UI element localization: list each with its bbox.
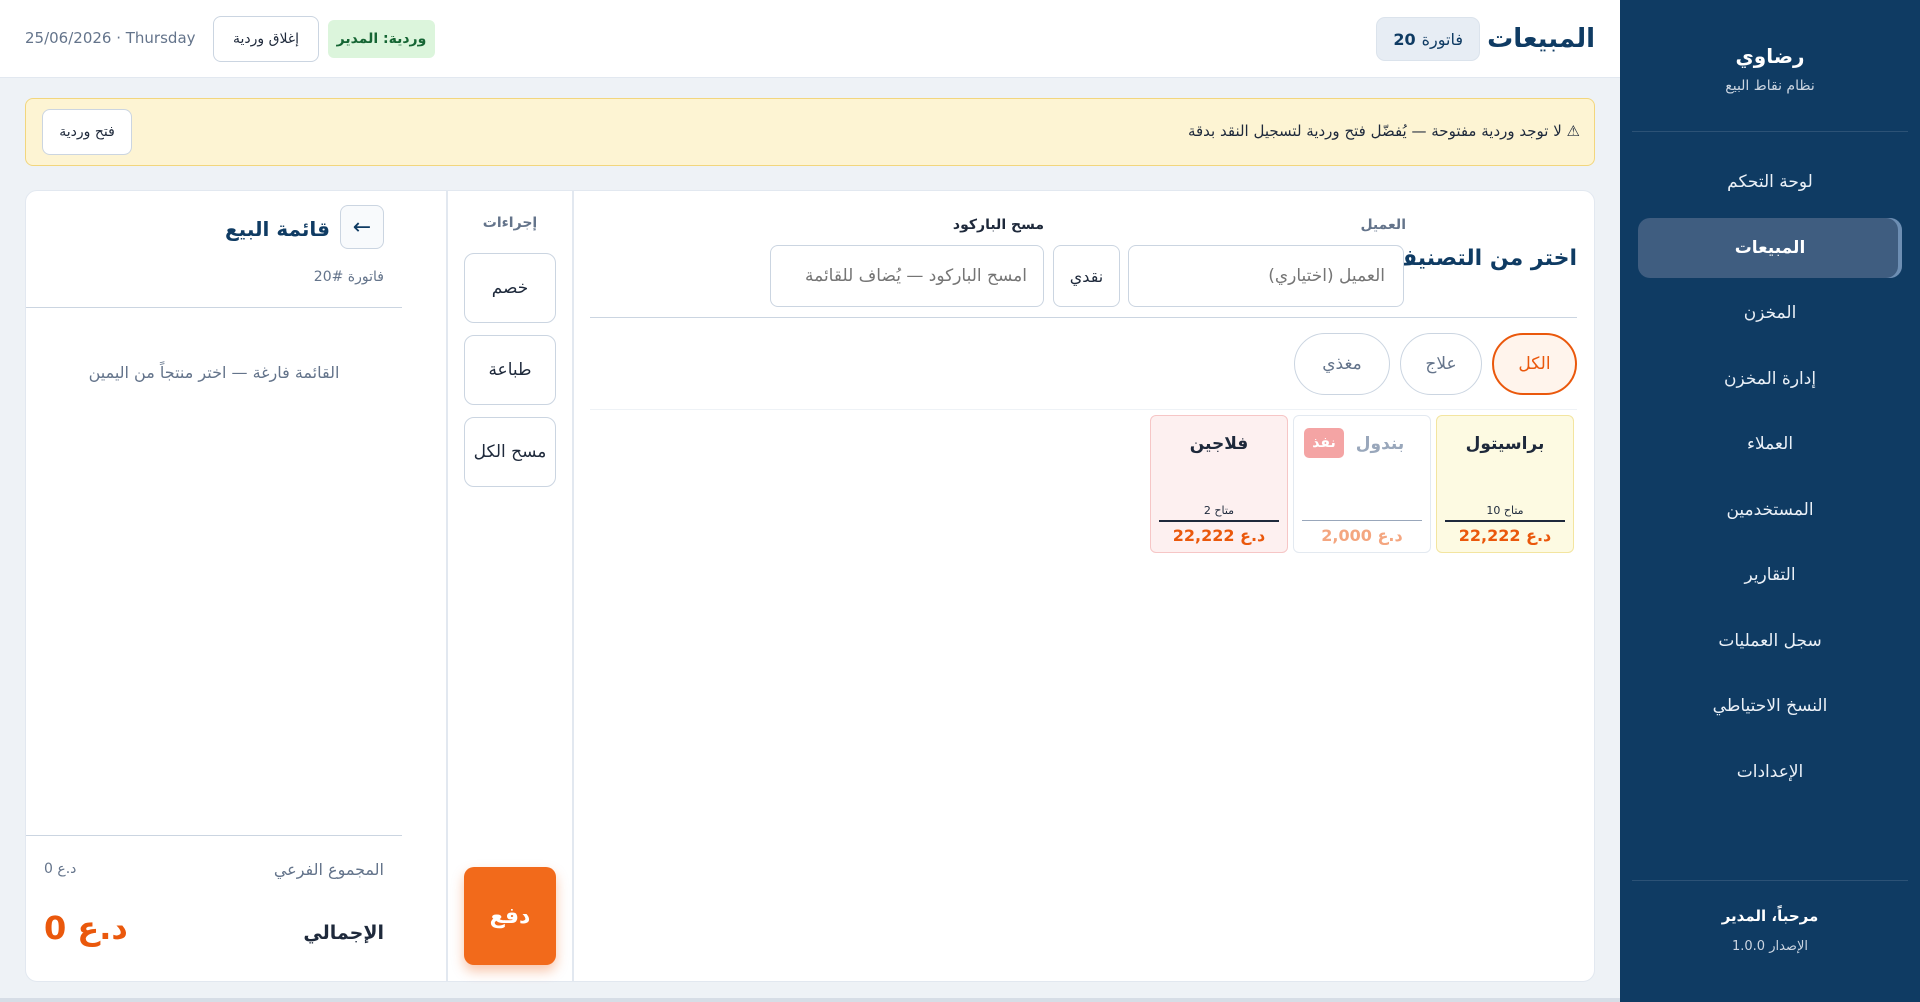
product-card[interactable]: براسيتول متاح 10 22,222 د.ع bbox=[1436, 415, 1574, 553]
subtotal-value: 0 د.ع bbox=[44, 861, 77, 877]
actions-label: إجراءات bbox=[482, 215, 538, 231]
sidebar-item-reports[interactable]: التقارير bbox=[1638, 545, 1902, 605]
customer-label: العميل bbox=[1360, 217, 1406, 233]
sales-panel: اختر من التصنيف العميل نقدي مسح الباركود… bbox=[25, 190, 1595, 982]
close-shift-button[interactable]: إغلاق وردية bbox=[213, 16, 319, 62]
sidebar-item-settings[interactable]: الإعدادات bbox=[1638, 742, 1902, 802]
discount-button[interactable]: خصم bbox=[464, 253, 556, 323]
version-text: الإصدار 1.0.0 bbox=[1732, 939, 1808, 954]
panel-divider bbox=[446, 191, 448, 981]
actions-column: إجراءات خصم طباعة مسح الكل دفع bbox=[448, 191, 572, 981]
welcome-text: مرحباً، المدير bbox=[1721, 907, 1819, 925]
invoice-pill: فاتورة 20 bbox=[1376, 17, 1480, 61]
divider bbox=[590, 409, 1577, 410]
product-divider bbox=[1445, 520, 1565, 522]
panel-divider bbox=[572, 191, 574, 981]
category-title: اختر من التصنيف bbox=[1391, 246, 1577, 271]
app-root: رضاوي نظام نقاط البيع لوحة التحكم المبيع… bbox=[0, 0, 1920, 1002]
back-button[interactable]: ← bbox=[340, 205, 384, 249]
cart-title: قائمة البيع bbox=[225, 217, 330, 241]
total-value: 0 د.ع bbox=[44, 909, 128, 947]
product-card[interactable]: فلاجين متاح 2 22,222 د.ع bbox=[1150, 415, 1288, 553]
date-text: 25/06/2026 · Thursday bbox=[25, 29, 196, 47]
sidebar-nav: لوحة التحكم المبيعات المخزن إدارة المخزن… bbox=[1620, 152, 1920, 807]
product-divider bbox=[1159, 520, 1279, 522]
sidebar-footer: مرحباً، المدير الإصدار 1.0.0 bbox=[1632, 880, 1908, 1002]
cart-empty-message: القائمة فارغة — اختر منتجاً من اليمين bbox=[88, 363, 340, 382]
cart-section: ← قائمة البيع فاتورة #20 القائمة فارغة —… bbox=[26, 191, 402, 981]
total-label: الإجمالي bbox=[303, 922, 384, 944]
sidebar-item-dashboard[interactable]: لوحة التحكم bbox=[1638, 152, 1902, 212]
brand-subtitle: نظام نقاط البيع bbox=[1725, 78, 1815, 94]
sidebar-item-users[interactable]: المستخدمين bbox=[1638, 480, 1902, 540]
category-chip-all[interactable]: الكل bbox=[1492, 333, 1577, 395]
product-stock: متاح 2 bbox=[1203, 504, 1235, 517]
divider bbox=[26, 835, 402, 836]
subtotal-label: المجموع الفرعي bbox=[273, 860, 384, 879]
category-chip-nutrition[interactable]: مغذي bbox=[1294, 333, 1390, 395]
bottom-strip bbox=[0, 998, 1620, 1002]
customer-input[interactable] bbox=[1128, 245, 1404, 307]
product-name: براسيتول bbox=[1465, 434, 1545, 454]
product-card[interactable]: بندول نفذ 2,000 د.ع bbox=[1293, 415, 1431, 553]
alert-text: ⚠ لا توجد وردية مفتوحة — يُفضّل فتح وردي… bbox=[1187, 122, 1580, 140]
sidebar-item-activity-log[interactable]: سجل العمليات bbox=[1638, 611, 1902, 671]
pay-button[interactable]: دفع bbox=[464, 867, 556, 965]
divider bbox=[590, 317, 1577, 318]
sidebar-item-sales[interactable]: المبيعات bbox=[1638, 217, 1902, 278]
invoice-pill-label: فاتورة bbox=[1421, 29, 1463, 49]
product-stock: متاح 10 bbox=[1486, 504, 1524, 517]
product-price: 22,222 د.ع bbox=[1172, 526, 1266, 545]
products-section: اختر من التصنيف العميل نقدي مسح الباركود… bbox=[574, 191, 1594, 981]
cash-button[interactable]: نقدي bbox=[1053, 245, 1120, 307]
invoice-pill-number: 20 bbox=[1393, 29, 1416, 49]
sidebar-item-warehouse[interactable]: المخزن bbox=[1638, 283, 1902, 343]
clear-all-button[interactable]: مسح الكل bbox=[464, 417, 556, 487]
sidebar: رضاوي نظام نقاط البيع لوحة التحكم المبيع… bbox=[1620, 0, 1920, 1002]
out-of-stock-badge: نفذ bbox=[1304, 428, 1344, 458]
print-button[interactable]: طباعة bbox=[464, 335, 556, 405]
sidebar-item-warehouse-management[interactable]: إدارة المخزن bbox=[1638, 349, 1902, 409]
divider bbox=[26, 307, 402, 308]
sidebar-item-backup[interactable]: النسخ الاحتياطي bbox=[1638, 676, 1902, 736]
brand: رضاوي نظام نقاط البيع bbox=[1632, 0, 1908, 132]
product-divider bbox=[1302, 520, 1422, 521]
shift-badge: وردية: المدير bbox=[328, 20, 435, 58]
sidebar-item-customers[interactable]: العملاء bbox=[1638, 414, 1902, 474]
barcode-label: مسح الباركود bbox=[952, 217, 1044, 233]
product-price: 2,000 د.ع bbox=[1321, 526, 1403, 545]
no-shift-alert: ⚠ لا توجد وردية مفتوحة — يُفضّل فتح وردي… bbox=[25, 98, 1595, 166]
arrow-left-icon: ← bbox=[352, 214, 372, 240]
category-chip-treatment[interactable]: علاج bbox=[1400, 333, 1482, 395]
product-name: فلاجين bbox=[1189, 434, 1249, 454]
barcode-input[interactable] bbox=[770, 245, 1044, 307]
cart-invoice-number: فاتورة #20 bbox=[313, 269, 384, 285]
brand-name: رضاوي bbox=[1735, 44, 1805, 68]
product-price: 22,222 د.ع bbox=[1458, 526, 1552, 545]
open-shift-button[interactable]: فتح وردية bbox=[42, 109, 132, 155]
page-title: المبيعات bbox=[1487, 24, 1595, 54]
top-header: المبيعات فاتورة 20 وردية: المدير إغلاق و… bbox=[0, 0, 1620, 78]
